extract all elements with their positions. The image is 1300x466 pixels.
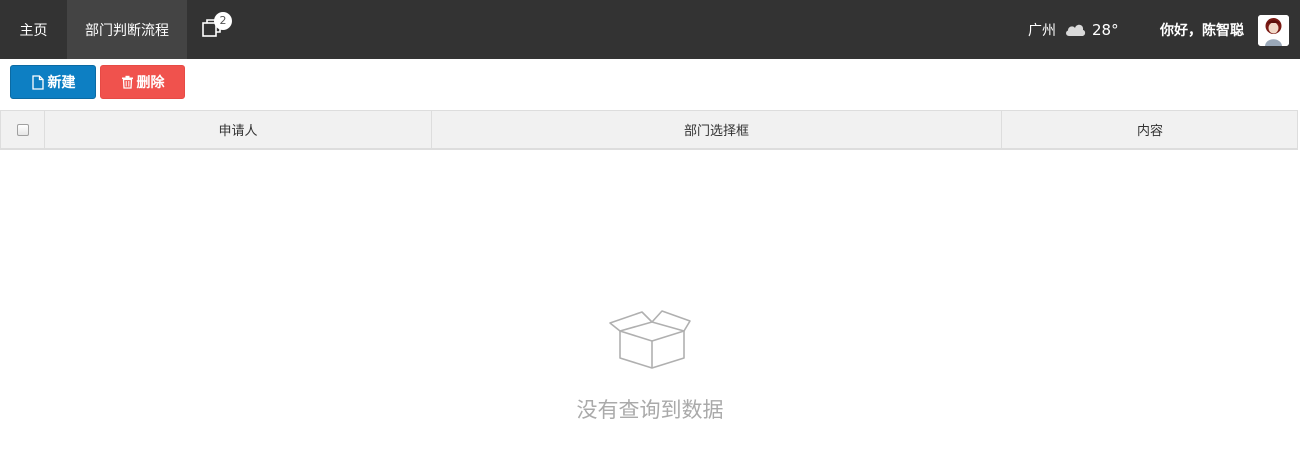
user-greeting: 你好，陈智聪 [1160,22,1244,39]
new-button[interactable]: 新建 [10,65,96,99]
delete-button[interactable]: 删除 [100,65,185,99]
select-all-cell [1,111,45,148]
user-avatar[interactable] [1258,15,1289,46]
column-header-content[interactable]: 内容 [1002,111,1298,148]
weather-city: 广州 [1028,22,1056,39]
avatar-image [1258,15,1289,46]
column-header-department[interactable]: 部门选择框 [432,111,1002,148]
weather-temperature: 28° [1092,20,1119,39]
trash-icon [121,75,133,89]
select-all-checkbox[interactable] [16,123,29,136]
new-button-label: 新建 [47,75,76,91]
cloud-icon [1066,24,1086,36]
delete-button-label: 删除 [136,75,165,91]
table-header-row: 申请人 部门选择框 内容 [0,110,1298,150]
top-navbar: 主页 部门判断流程 2 广州 28° 你好，陈智聪 [0,0,1300,59]
nav-home-tab[interactable]: 主页 [0,0,67,59]
empty-box-icon [609,310,691,369]
window-count-badge: 2 [214,12,232,30]
empty-state-message: 没有查询到数据 [576,398,724,422]
file-icon [31,74,44,90]
column-header-applicant[interactable]: 申请人 [45,111,432,148]
nav-active-tab[interactable]: 部门判断流程 [67,0,187,59]
